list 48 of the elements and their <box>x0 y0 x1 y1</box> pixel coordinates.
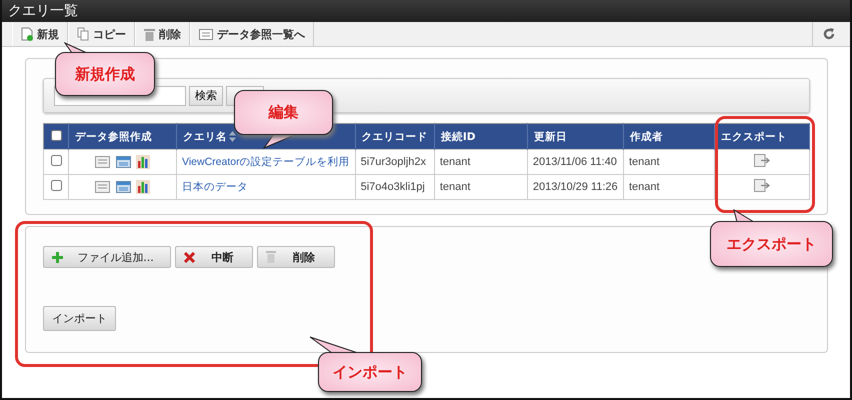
table-cell: 5i7ur3opljh2x <box>355 150 434 174</box>
callout-tooltip: インポート <box>318 352 422 392</box>
copy-icon <box>77 27 89 41</box>
window-title: クエリ一覧 <box>8 2 78 20</box>
bar-chart-icon[interactable] <box>136 180 150 194</box>
table-cell: tenant <box>624 150 714 174</box>
delete-button[interactable]: 削除 <box>257 246 335 268</box>
column-header: データ参照作成 <box>68 124 176 150</box>
table-cell: tenant <box>434 174 528 200</box>
toolbar-button[interactable]: データ参照一覧へ <box>190 22 314 46</box>
column-header: 作成者 <box>624 124 714 150</box>
trash-icon <box>266 251 276 263</box>
search-button[interactable]: 検索 <box>189 86 223 106</box>
toolbar-button[interactable]: コピー <box>68 22 135 46</box>
table-cell: 5i7o4o3kli1pj <box>355 174 434 200</box>
table-cell: 2013/11/06 11:40 <box>527 150 624 174</box>
row-checkbox[interactable] <box>50 155 62 166</box>
callout-tooltip: エクスポート <box>710 221 833 267</box>
table-icon[interactable] <box>116 181 130 193</box>
column-header: 更新日 <box>527 124 624 150</box>
column-header: 接続ID <box>434 124 528 150</box>
query-name-link[interactable]: 日本のデータ <box>182 181 248 193</box>
import-button[interactable]: インポート <box>43 306 116 331</box>
trash-icon <box>144 28 155 40</box>
sort-icon <box>229 131 236 142</box>
cancel-button[interactable]: 中断 <box>175 246 253 268</box>
cross-icon <box>184 252 195 262</box>
toolbar-button[interactable]: 新規 <box>12 22 68 46</box>
refresh-icon <box>822 28 834 40</box>
export-icon[interactable] <box>754 154 770 167</box>
table-icon[interactable] <box>116 156 130 168</box>
select-all-checkbox[interactable] <box>50 130 62 140</box>
callout-tooltip: 新規作成 <box>55 52 155 96</box>
table-cell: 2013/10/29 11:26 <box>527 174 624 200</box>
list-icon <box>199 28 213 40</box>
row-checkbox[interactable] <box>50 180 62 191</box>
list-icon[interactable] <box>95 156 110 168</box>
column-header: クエリコード <box>355 124 434 150</box>
plus-icon <box>52 252 63 262</box>
new-document-icon <box>21 27 33 41</box>
table-cell: tenant <box>624 174 714 200</box>
add-button[interactable]: ファイル追加... <box>43 246 171 268</box>
callout-tooltip: 編集 <box>234 90 333 135</box>
export-icon[interactable] <box>754 179 770 192</box>
bar-chart-icon[interactable] <box>136 155 150 169</box>
table-cell: tenant <box>434 150 528 174</box>
toolbar-button[interactable]: 削除 <box>135 22 190 46</box>
list-icon[interactable] <box>95 181 110 193</box>
